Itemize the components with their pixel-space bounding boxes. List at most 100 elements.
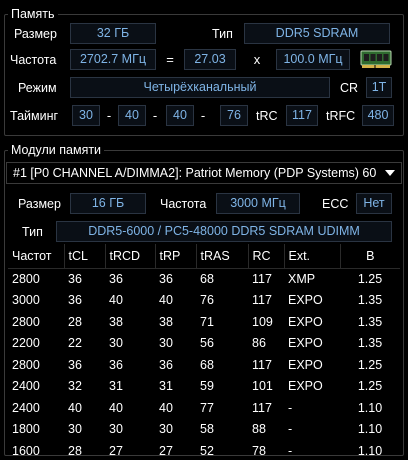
cell-frequency: 1800 [12, 422, 40, 437]
table-row[interactable]: 2200 22 30 30 56 86 EXPO 1.35 [8, 333, 400, 355]
cell-rc: 117 [252, 272, 272, 286]
module-ecc-label: ECC [322, 197, 349, 211]
cell-voltage: 1.35 [357, 314, 383, 329]
memory-bclk-value: 100.0 МГц [276, 49, 350, 70]
cell-rc: 117 [252, 357, 272, 372]
table-row[interactable]: 2400 40 40 40 77 117 - 1.10 [8, 397, 400, 419]
memory-multiplier-value: 27.03 [184, 49, 236, 70]
cell-trp: 30 [159, 422, 173, 437]
cell-frequency: 2400 [12, 400, 40, 415]
memory-mode-value: Четырёхканальный [70, 77, 330, 98]
table-row[interactable]: 1600 28 27 27 52 78 - 1.10 [8, 440, 400, 460]
table-row[interactable]: 1800 30 30 30 58 88 - 1.10 [8, 419, 400, 441]
timings-table: Частот tCL tRCD tRP tRAS RC Ext. В 2800 3… [8, 244, 400, 460]
cell-frequency: 2800 [12, 314, 40, 329]
cell-frequency: 2400 [12, 379, 40, 394]
cell-trp: 36 [159, 357, 173, 372]
cell-frequency: 2200 [12, 336, 40, 351]
cell-tcl: 22 [68, 336, 82, 351]
cell-trp: 40 [159, 400, 173, 415]
col-header-rc[interactable]: RC [248, 244, 285, 269]
table-row[interactable]: 2800 28 38 38 71 109 EXPO 1.35 [8, 311, 400, 333]
cell-trp: 30 [159, 336, 173, 351]
equals-sign: = [166, 52, 174, 67]
cell-tras: 56 [200, 336, 214, 351]
cell-tcl: 36 [68, 357, 82, 372]
memory-size-label: Размер [14, 27, 57, 41]
table-row[interactable]: 2400 32 31 31 59 101 EXPO 1.25 [8, 376, 400, 398]
memory-cr-value: 1T [366, 77, 392, 98]
col-header-trcd[interactable]: tRCD [105, 244, 156, 269]
cell-voltage: 1.10 [357, 400, 383, 415]
col-header-frequency[interactable]: Частот [8, 244, 65, 269]
module-slot-selected: #1 [P0 CHANNEL A/DIMMA2]: Patriot Memory… [13, 166, 377, 180]
cell-trcd: 40 [109, 400, 123, 415]
cell-rc: 86 [252, 336, 266, 351]
cell-ext: EXPO [288, 336, 323, 351]
col-header-tcl[interactable]: tCL [64, 244, 106, 269]
cell-voltage: 1.35 [357, 336, 383, 351]
memory-size-value: 32 ГБ [70, 23, 156, 44]
memory-group-title: Память [8, 7, 58, 21]
cell-tcl: 40 [68, 400, 82, 415]
timings-header-row: Частот tCL tRCD tRP tRAS RC Ext. В [8, 244, 400, 269]
module-type-label: Тип [22, 225, 43, 239]
cell-rc: 88 [252, 422, 266, 437]
cell-trp: 31 [159, 379, 173, 394]
table-row[interactable]: 2800 36 36 36 68 117 EXPO 1.25 [8, 354, 400, 376]
cell-voltage: 1.25 [357, 379, 383, 394]
module-size-value: 16 ГБ [70, 193, 146, 214]
cell-frequency: 2800 [12, 272, 40, 286]
module-frequency-value: 3000 МГц [216, 193, 300, 214]
module-frequency-label: Частота [160, 197, 207, 211]
cell-trcd: 36 [109, 272, 123, 286]
module-slot-select[interactable]: #1 [P0 CHANNEL A/DIMMA2]: Patriot Memory… [6, 162, 402, 184]
cell-trcd: 30 [109, 422, 123, 437]
table-row[interactable]: 3000 36 40 40 76 117 EXPO 1.35 [8, 290, 400, 312]
cell-rc: 117 [252, 400, 272, 415]
timing-trc-value: 117 [286, 105, 318, 126]
col-header-voltage[interactable]: В [340, 244, 400, 269]
col-header-ext[interactable]: Ext. [284, 244, 341, 269]
timings-table-body: 2800 36 36 36 68 117 XMP 1.25 3000 36 40 40 76 117 EXP… [8, 268, 400, 460]
cell-tras: 68 [200, 272, 214, 286]
timing-tras-value: 76 [220, 105, 248, 126]
table-row[interactable]: 2800 36 36 36 68 117 XMP 1.25 [8, 268, 400, 290]
memory-frequency-value: 2702.7 МГц [70, 49, 156, 70]
cell-tcl: 36 [68, 293, 82, 308]
timing-trp-value: 40 [166, 105, 194, 126]
col-header-trp[interactable]: tRP [155, 244, 197, 269]
chevron-down-icon [383, 163, 397, 183]
cell-ext: - [288, 422, 293, 437]
timing-dash-1: - [106, 108, 112, 123]
module-size-label: Размер [18, 197, 61, 211]
cell-trp: 40 [159, 293, 173, 308]
cell-frequency: 2800 [12, 357, 40, 372]
col-header-tras[interactable]: tRAS [196, 244, 249, 269]
cell-tras: 68 [200, 357, 214, 372]
timing-dash-2: - [152, 108, 158, 123]
cell-ext: EXPO [288, 293, 323, 308]
cell-tcl: 32 [68, 379, 82, 394]
cell-rc: 117 [252, 293, 272, 308]
cell-trp: 36 [159, 272, 173, 286]
timing-trc-label: tRC [256, 109, 278, 123]
cell-tras: 77 [200, 400, 214, 415]
cell-ext: EXPO [288, 357, 323, 372]
cell-trcd: 27 [109, 443, 123, 458]
timing-tcl-value: 30 [72, 105, 100, 126]
cell-rc: 78 [252, 443, 266, 458]
module-ecc-value: Нет [356, 193, 392, 214]
cell-trcd: 40 [109, 293, 123, 308]
memory-module-icon [360, 48, 392, 70]
cell-rc: 101 [252, 379, 273, 394]
timing-trcd-value: 40 [118, 105, 146, 126]
cell-tcl: 30 [68, 422, 82, 437]
cell-trcd: 38 [109, 314, 123, 329]
cell-tras: 52 [200, 443, 214, 458]
cell-trp: 27 [159, 443, 173, 458]
cell-voltage: 1.25 [357, 272, 383, 286]
memory-cr-label: CR [340, 81, 359, 95]
memory-timing-label: Тайминг [10, 109, 59, 123]
cell-tras: 59 [200, 379, 214, 394]
